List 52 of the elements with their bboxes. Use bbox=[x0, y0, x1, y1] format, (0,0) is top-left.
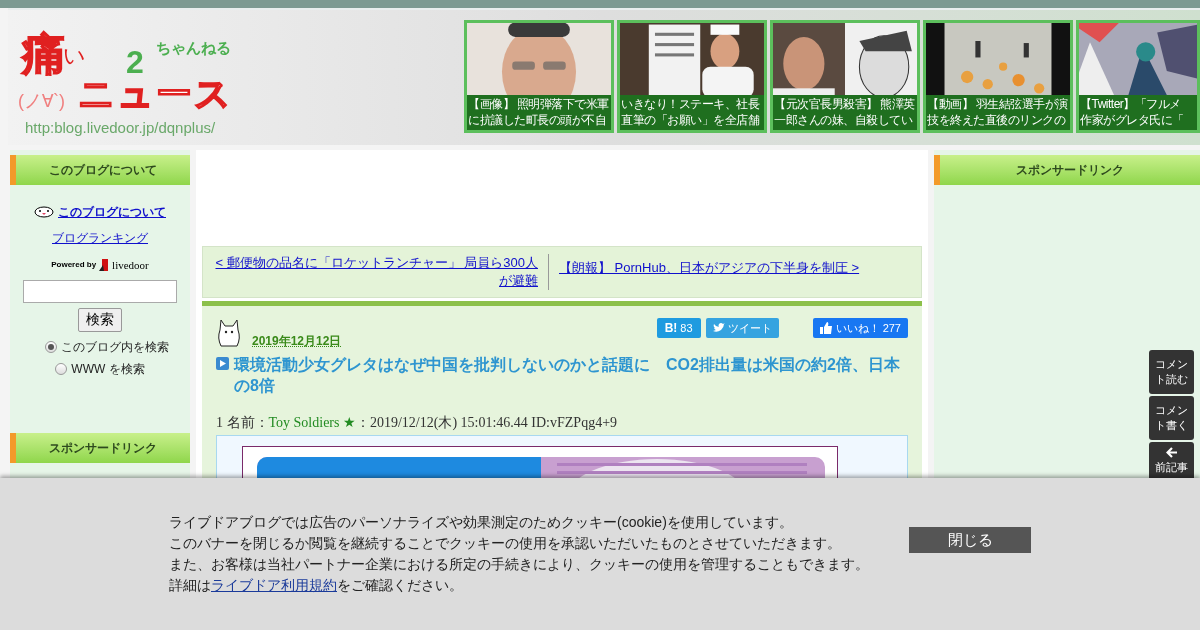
comment-nav-button[interactable]: コメント書く bbox=[1149, 396, 1194, 440]
powered-by-text: Powered by bbox=[51, 259, 97, 272]
thumbnail-caption[interactable]: 作家がグレタ氏に「 bbox=[1080, 112, 1196, 128]
section-heading: このブログについて bbox=[10, 155, 190, 185]
search-button[interactable]: 検索 bbox=[78, 307, 122, 332]
thumbnail-caption[interactable]: 【画像】 照明弾落下で米軍 bbox=[468, 96, 610, 112]
left-arrow-icon bbox=[1165, 447, 1178, 458]
thumbnail-caption[interactable]: に抗議した町長の頭が不自 bbox=[468, 112, 610, 128]
radio-button[interactable] bbox=[45, 340, 57, 353]
news-thumbnail[interactable]: 【画像】 照明弾落下で米軍 に抗議した町長の頭が不自 bbox=[464, 20, 614, 133]
news-thumbnail[interactable]: 【元次官長男殺害】 熊澤英 一郎さんの妹、自殺してい bbox=[770, 20, 920, 133]
logo-text[interactable]: い bbox=[63, 45, 86, 67]
news-thumbnail[interactable]: 【Twitter】「フルメ 作家がグレタ氏に「 bbox=[1076, 20, 1200, 133]
previous-article-button[interactable]: 前記事 bbox=[1149, 442, 1194, 478]
ranking-link[interactable]: ブログランキング bbox=[52, 229, 148, 247]
thumbs-up-icon bbox=[819, 322, 832, 334]
cookie-notice: ライブドアブログでは広告のパーソナライズや効果測定のためクッキー(cookie)を使用しています。 このバナーを閉じるか閲覧を継続することでクッキーの使用を承認いただいたものとさせていただきます。 また、お客様は当社パートナー企業における所定の手続きにより、クッキーの使用を管理することもできます。 詳細はライブドア利用規約をご確認ください。 bbox=[169, 513, 870, 595]
brand-name: livedoor bbox=[112, 258, 149, 273]
play-icon bbox=[216, 357, 229, 370]
thumbnail-caption[interactable]: 直筆の「お願い」を全店舗 bbox=[621, 112, 763, 128]
comment-nav-button[interactable]: コメント読む bbox=[1149, 350, 1194, 394]
search-field[interactable] bbox=[23, 279, 177, 303]
logo-text[interactable]: ニュース bbox=[78, 76, 233, 112]
cat-icon bbox=[216, 318, 242, 348]
terms-link[interactable]: ライブドア利用規約 bbox=[211, 577, 337, 593]
thumbnail-caption[interactable]: 技を終えた直後のリンクの bbox=[927, 112, 1069, 128]
next-article-link[interactable]: 【朗報】 PornHub、日本がアジアの下半身を制圧 > bbox=[559, 260, 860, 275]
logo-text[interactable]: 痛 bbox=[22, 32, 66, 76]
option-label: WWW を検索 bbox=[71, 360, 145, 378]
article-title: 環境活動少女グレタはなぜ中国を批判しないのかと話題に CO2排出量は米国の約2倍、日本の8倍 bbox=[234, 355, 901, 396]
livedoor-logo-icon bbox=[99, 259, 110, 272]
about-link[interactable]: このブログについて bbox=[58, 203, 166, 221]
thumbnail-caption[interactable]: 【Twitter】「フルメ bbox=[1080, 96, 1196, 112]
like-button[interactable]: いいね！ 277 bbox=[812, 318, 908, 338]
option-label: このブログ内を検索 bbox=[61, 338, 169, 356]
thumbnail-caption[interactable]: 【動画】 羽生結弦選手が演 bbox=[927, 96, 1069, 112]
thumbnail-caption[interactable]: 一郎さんの妹、自殺してい bbox=[774, 112, 916, 128]
post-header: 1 名前：Toy Soldiers ★：2019/12/12(木) 15:01:46.44 ID:vFZPqg4+9 bbox=[216, 414, 619, 432]
news-thumbnail[interactable]: いきなり！ステーキ、社長 直筆の「お願い」を全店舗 bbox=[617, 20, 767, 133]
thumbnail-caption[interactable]: 【元次官長男殺害】 熊澤英 bbox=[774, 96, 916, 112]
close-button[interactable]: 閉じる bbox=[909, 527, 1031, 553]
section-heading: スポンサードリンク bbox=[934, 155, 1200, 185]
post-date: 2019年12月12日 bbox=[252, 333, 342, 350]
thumbnail-caption[interactable]: いきなり！ステーキ、社長 bbox=[621, 96, 763, 112]
section-heading: スポンサードリンク bbox=[10, 433, 190, 463]
search-scope-option[interactable]: WWW を検索 bbox=[55, 359, 145, 378]
search-scope-option[interactable]: このブログ内を検索 bbox=[45, 337, 169, 356]
bird-icon bbox=[712, 323, 725, 333]
face-icon bbox=[34, 206, 54, 218]
previous-article-link[interactable]: < 郵便物の品名に「ロケットランチャー」 局員ら300人が避難 bbox=[213, 254, 538, 290]
radio-button[interactable] bbox=[55, 362, 68, 375]
news-thumbnail[interactable]: 【動画】 羽生結弦選手が演 技を終えた直後のリンクの bbox=[923, 20, 1073, 133]
